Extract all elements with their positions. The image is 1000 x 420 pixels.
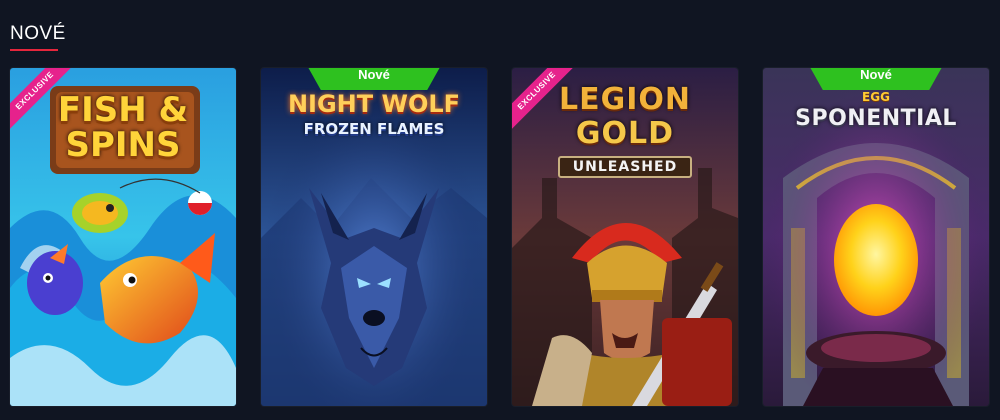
section-underline (10, 49, 58, 51)
game-title-line1: NIGHT WOLF (287, 90, 461, 118)
game-card-legion-gold[interactable]: LEGION GOLD UNLEASHED EXCLUSIVE (512, 68, 738, 406)
game-title-line1: EGG (862, 90, 890, 104)
game-title-line2: FROZEN FLAMES (303, 120, 445, 138)
new-badge-label: Nové (358, 68, 390, 82)
game-title-line2: SPONENTIAL (795, 106, 957, 131)
game-title-line1: FISH & (57, 90, 189, 130)
game-card-fish-spins[interactable]: FISH & SPINS EXCLUSIVE (10, 68, 236, 406)
game-thumbnail-image (261, 68, 487, 406)
new-badge-label: Nové (860, 68, 892, 82)
new-badge: Nové (806, 68, 946, 90)
game-title-line3: UNLEASHED (558, 156, 692, 178)
game-card-eggsponential[interactable]: EGG SPONENTIAL Nové (763, 68, 989, 406)
new-badge: Nové (304, 68, 444, 90)
game-title-line2: SPINS (65, 125, 181, 165)
games-grid: FISH & SPINS EXCLUSIVE NIGHT WOLF FROZEN… (10, 68, 989, 406)
section-title: NOVÉ (10, 23, 66, 44)
game-title-line2: GOLD (575, 116, 675, 151)
game-card-night-wolf[interactable]: NIGHT WOLF FROZEN FLAMES Nové (261, 68, 487, 406)
section-header: NOVÉ (10, 22, 66, 51)
